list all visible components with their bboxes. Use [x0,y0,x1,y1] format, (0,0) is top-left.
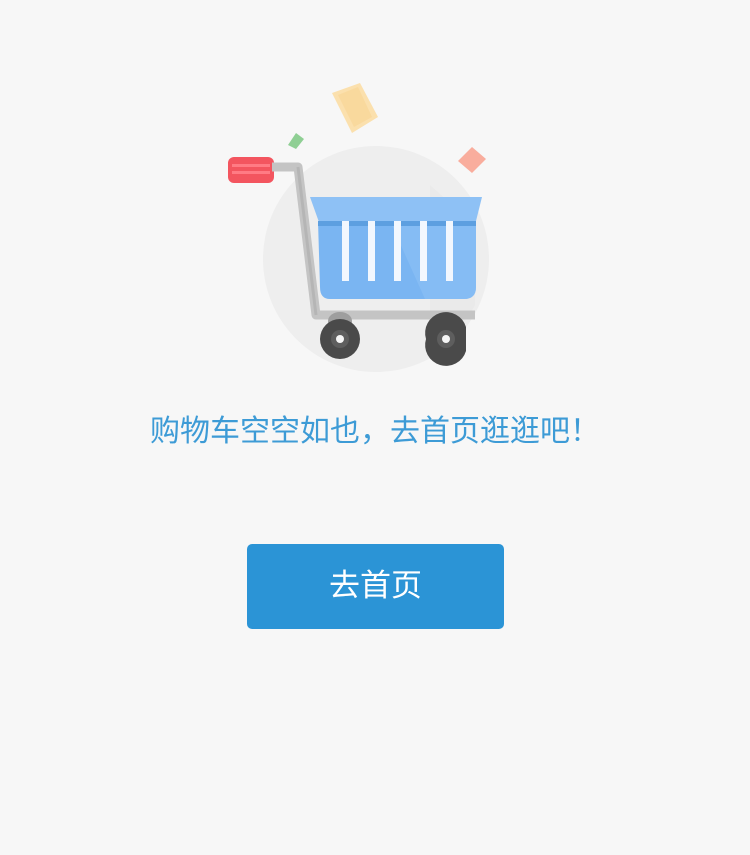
cart-handle [228,157,274,183]
empty-cart-message: 购物车空空如也，去首页逛逛吧！ [150,414,600,449]
cart-wheel-right [425,312,466,366]
cart-wheel-left [320,319,360,359]
confetti-yellow [332,83,378,133]
confetti-green [288,133,304,149]
go-home-button[interactable]: 去首页 [247,544,504,629]
cart-basket [310,197,482,225]
confetti-pink [458,147,486,173]
empty-cart-illustration [220,75,510,380]
shopping-cart-icon [228,83,489,372]
